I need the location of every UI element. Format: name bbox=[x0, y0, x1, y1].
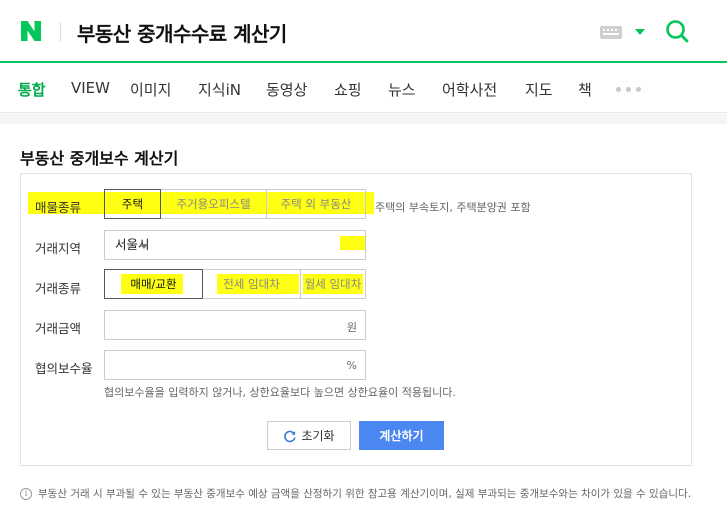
option-house[interactable]: 주택 bbox=[104, 189, 161, 219]
amount-field[interactable]: 원 bbox=[104, 310, 366, 340]
search-icon[interactable] bbox=[664, 18, 690, 44]
refresh-icon bbox=[284, 430, 297, 442]
header-divider bbox=[60, 22, 61, 42]
region-select[interactable]: 서울시 bbox=[104, 230, 366, 264]
more-icon[interactable] bbox=[616, 87, 642, 92]
search-query[interactable]: 부동산 중개수수료 계산기 bbox=[77, 18, 287, 47]
reset-button[interactable]: 초기화 bbox=[267, 421, 351, 450]
tab-images[interactable]: 이미지 bbox=[130, 79, 171, 100]
deal-type-label: 거래종류 bbox=[35, 281, 82, 296]
calculator-title: 부동산 중개보수 계산기 bbox=[20, 149, 179, 168]
rate-label: 협의보수율 bbox=[35, 361, 93, 376]
tab-shopping[interactable]: 쇼핑 bbox=[334, 79, 362, 100]
chevron-down-icon bbox=[139, 244, 148, 264]
tab-books[interactable]: 책 bbox=[578, 79, 592, 100]
option-jeonse[interactable]: 전세 임대차 bbox=[202, 269, 301, 299]
rate-field[interactable]: % bbox=[104, 350, 366, 380]
tab-news[interactable]: 뉴스 bbox=[388, 79, 416, 100]
chevron-down-icon[interactable] bbox=[635, 29, 645, 35]
rate-unit: % bbox=[346, 359, 357, 372]
option-non-house[interactable]: 주택 외 부동산 bbox=[266, 189, 366, 219]
tab-view[interactable]: VIEW bbox=[71, 79, 110, 97]
option-sale[interactable]: 매매/교환 bbox=[104, 269, 203, 299]
amount-label: 거래금액 bbox=[35, 321, 82, 336]
keyboard-icon[interactable] bbox=[600, 26, 622, 39]
section-divider bbox=[0, 114, 727, 124]
info-icon: i bbox=[20, 488, 32, 500]
search-tabs: 통합 VIEW 이미지 지식iN 동영상 쇼핑 뉴스 어학사전 지도 책 bbox=[0, 63, 727, 113]
region-label: 거래지역 bbox=[35, 241, 82, 256]
rate-input[interactable] bbox=[113, 352, 333, 378]
tab-knowledge[interactable]: 지식iN bbox=[198, 79, 241, 100]
amount-input[interactable] bbox=[113, 312, 333, 338]
tab-dictionary[interactable]: 어학사전 bbox=[442, 79, 497, 100]
tab-video[interactable]: 동영상 bbox=[266, 79, 307, 100]
search-header: 부동산 중개수수료 계산기 bbox=[0, 0, 727, 63]
option-monthly-rent[interactable]: 월세 임대차 bbox=[300, 269, 366, 299]
property-type-hint: 주택의 부속토지, 주택분양권 포함 bbox=[375, 201, 531, 214]
tab-map[interactable]: 지도 bbox=[525, 79, 553, 100]
rate-note: 협의보수율을 입력하지 않거나, 상한요율보다 높으면 상한요율이 적용됩니다. bbox=[104, 386, 456, 399]
reset-label: 초기화 bbox=[301, 429, 335, 443]
amount-unit: 원 bbox=[346, 321, 357, 334]
naver-logo-icon[interactable] bbox=[18, 18, 44, 44]
calculate-button[interactable]: 계산하기 bbox=[359, 421, 444, 450]
calculate-label: 계산하기 bbox=[379, 429, 424, 443]
property-type-label: 매물종류 bbox=[35, 200, 82, 215]
tab-integrated[interactable]: 통합 bbox=[18, 79, 46, 100]
option-officetel[interactable]: 주거용오피스텔 bbox=[160, 189, 267, 219]
disclaimer-note: 부동산 거래 시 부과될 수 있는 부동산 중개보수 예상 금액을 산정하기 위… bbox=[38, 488, 692, 500]
